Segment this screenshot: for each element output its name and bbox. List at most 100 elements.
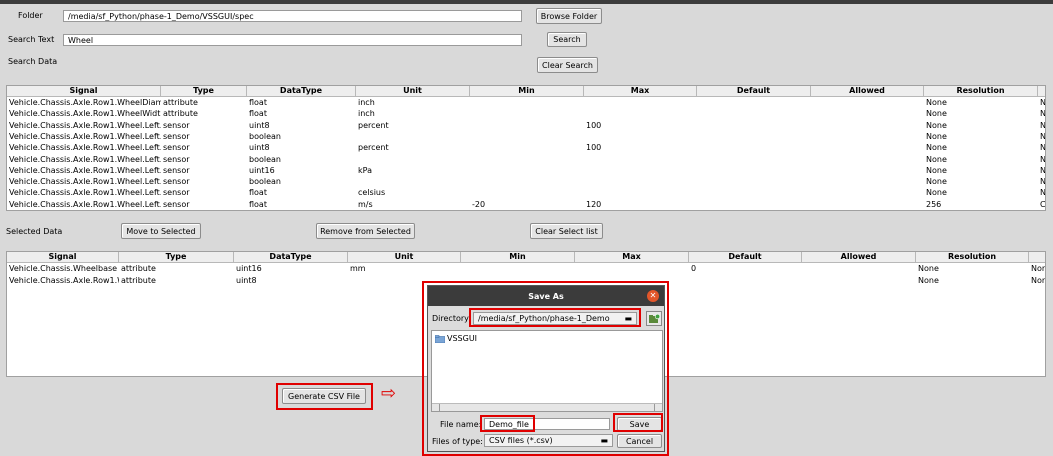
table-cell: Vehicle.Chassis.Axle.Row1.Wheel.Left.S|	[9, 199, 161, 209]
dialog-title-bar: Save As ✕	[428, 286, 664, 306]
scroll-left-icon[interactable]	[433, 404, 440, 411]
table-cell: sensor	[163, 165, 190, 175]
col-header-resolution[interactable]: Resolution	[924, 86, 1038, 97]
table-cell	[584, 108, 697, 119]
table-cell: sensor	[163, 131, 190, 141]
table-cell: m/s	[358, 199, 373, 209]
table-cell: sensor	[163, 143, 190, 153]
selected-data-label: Selected Data	[6, 227, 63, 236]
table-cell: C	[1040, 199, 1046, 209]
table-cell: sensor	[163, 199, 190, 209]
table-cell: N	[1040, 143, 1046, 153]
table-cell: percent	[358, 143, 389, 153]
table-cell	[356, 176, 470, 187]
table-cell: boolean	[249, 131, 281, 141]
table-cell: None	[926, 165, 947, 175]
col-header-type[interactable]: Type	[161, 86, 247, 97]
table-cell: N	[1040, 109, 1046, 119]
files-of-type-label: Files of type:	[432, 437, 483, 446]
col-header-default[interactable]: Default	[697, 86, 811, 97]
table-cell	[470, 120, 584, 131]
table-cell: Vehicle.Chassis.Axle.Row1.Wheel.Left.B	[9, 154, 161, 164]
horizontal-scrollbar[interactable]	[432, 403, 662, 411]
table-cell	[811, 97, 924, 108]
table-cell: Vehicle.Chassis.Axle.Row1.Wheel.Left.Ti	[9, 165, 161, 175]
files-of-type-value: CSV files (*.csv)	[489, 436, 553, 445]
table-cell: uint8	[249, 143, 270, 153]
col-header-min[interactable]: Min	[470, 86, 584, 97]
table-cell: uint8	[249, 120, 270, 130]
search-button[interactable]: Search	[547, 32, 587, 47]
table-cell	[584, 131, 697, 142]
browse-folder-button[interactable]: Browse Folder	[536, 8, 602, 24]
sel-col-header-allowed[interactable]: Allowed	[802, 252, 916, 263]
table-cell: 100	[586, 143, 602, 153]
file-list[interactable]: VSSGUI	[431, 330, 663, 412]
table-cell: 256	[926, 199, 942, 209]
table-cell: Vehicle.Chassis.Axle.Row1.Wheel.Left.B	[9, 131, 161, 141]
table-cell: Vehicle.Chassis.Axle.Row1.Wheel.Left.B	[9, 143, 161, 153]
scroll-right-icon[interactable]	[654, 404, 661, 411]
table-cell: None	[926, 109, 947, 119]
table-cell	[811, 199, 924, 210]
sel-col-header-signal[interactable]: Signal	[7, 252, 119, 263]
table-cell: Vehicle.Chassis.Axle.Row1.Wheel.Left.B	[9, 120, 161, 130]
selected-table-cell: attribute	[121, 275, 156, 285]
cancel-button[interactable]: Cancel	[617, 434, 662, 448]
table-cell	[811, 165, 924, 176]
selected-table-cell: Vehicle.Chassis.Wheelbase	[9, 264, 118, 273]
table-cell: uint16	[249, 165, 275, 175]
sel-col-header-unit[interactable]: Unit	[348, 252, 461, 263]
table-cell: Vehicle.Chassis.Axle.Row1.Wheel.Left.Ti	[9, 177, 161, 187]
close-icon[interactable]: ✕	[647, 290, 659, 302]
table-cell: attribute	[163, 98, 198, 107]
table-cell	[697, 199, 811, 210]
table-cell	[697, 176, 811, 187]
selected-table-cell: mm	[350, 264, 366, 273]
table-cell	[356, 131, 470, 142]
table-cell: celsius	[358, 188, 386, 198]
search-data-table[interactable]: Signal Type DataType Unit Min Max Defaul…	[6, 85, 1046, 211]
clear-search-button[interactable]: Clear Search	[537, 57, 598, 73]
table-cell: inch	[358, 109, 375, 119]
col-header-allowed[interactable]: Allowed	[811, 86, 924, 97]
table-cell	[470, 176, 584, 187]
folder-input[interactable]: /media/sf_Python/phase-1_Demo/VSSGUI/spe…	[63, 10, 522, 22]
sel-col-header-min[interactable]: Min	[461, 252, 575, 263]
files-of-type-select[interactable]: CSV files (*.csv) ▬	[484, 434, 613, 447]
clear-select-list-button[interactable]: Clear Select list	[530, 223, 603, 239]
col-header-max[interactable]: Max	[584, 86, 697, 97]
sel-col-header-default[interactable]: Default	[689, 252, 802, 263]
sel-col-header-resolution[interactable]: Resolution	[916, 252, 1029, 263]
table-cell: sensor	[163, 188, 190, 198]
col-header-unit[interactable]: Unit	[356, 86, 470, 97]
file-name-label: File name:	[440, 420, 482, 429]
sel-col-header-type[interactable]: Type	[119, 252, 234, 263]
sel-col-header-max[interactable]: Max	[575, 252, 689, 263]
table-cell: attribute	[163, 109, 198, 119]
selected-table-cell: uint16	[236, 264, 262, 273]
selected-table-cell	[575, 263, 689, 274]
col-header-datatype[interactable]: DataType	[247, 86, 356, 97]
table-cell	[811, 120, 924, 131]
search-text-label: Search Text	[8, 35, 55, 44]
remove-from-selected-button[interactable]: Remove from Selected	[316, 223, 415, 239]
table-cell: Vehicle.Chassis.Axle.Row1.WheelWidth	[9, 109, 161, 119]
search-input[interactable]: Wheel	[63, 34, 522, 46]
selected-table-cell: Vehicle.Chassis.Axle.Row1.W	[9, 275, 119, 285]
selected-table-cell	[802, 275, 916, 286]
new-folder-button[interactable]	[646, 311, 662, 326]
table-cell	[811, 142, 924, 153]
file-list-item[interactable]: VSSGUI	[435, 334, 477, 343]
selected-table-cell: 0	[691, 264, 697, 273]
table-cell	[584, 187, 697, 198]
folder-icon	[435, 334, 445, 343]
table-cell	[470, 165, 584, 176]
move-to-selected-button[interactable]: Move to Selected	[121, 223, 201, 239]
table-cell: None	[926, 120, 947, 130]
table-cell	[470, 187, 584, 198]
table-cell: boolean	[249, 154, 281, 164]
sel-col-header-datatype[interactable]: DataType	[234, 252, 348, 263]
col-header-signal[interactable]: Signal	[7, 86, 161, 97]
table-cell: 120	[586, 199, 602, 209]
